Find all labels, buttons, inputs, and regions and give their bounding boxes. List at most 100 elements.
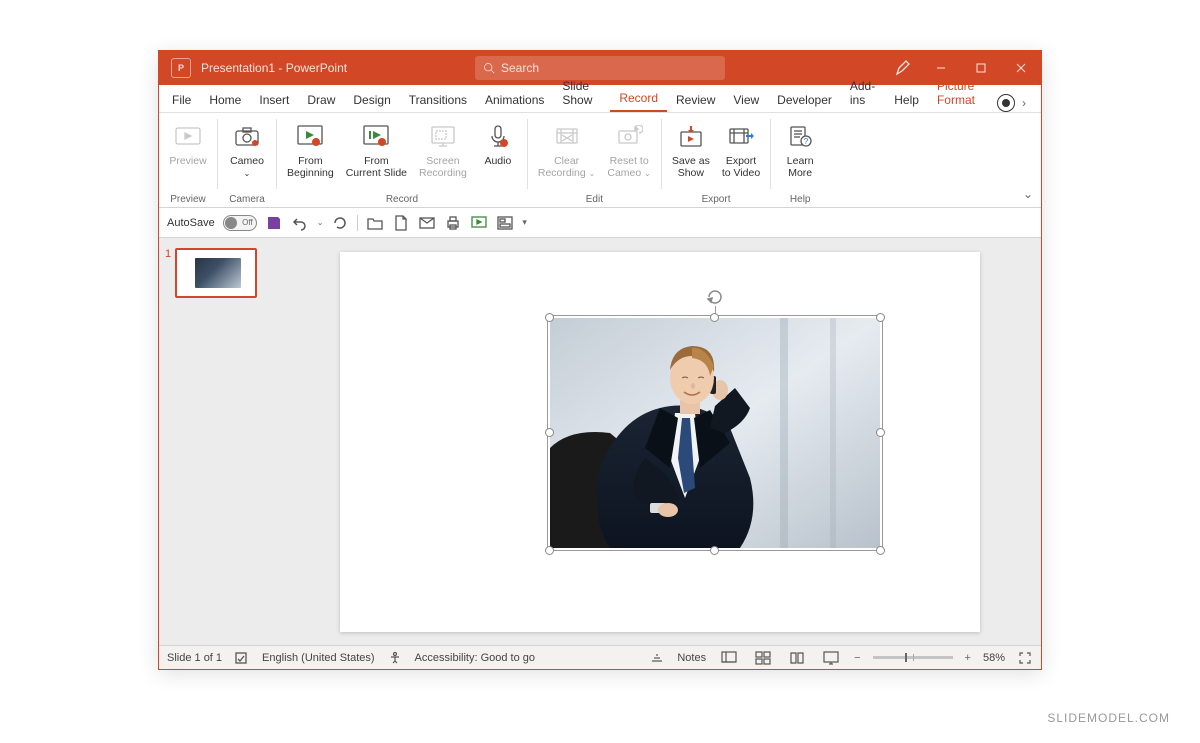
screen-recording-icon <box>427 121 459 153</box>
reading-view-button[interactable] <box>786 649 808 667</box>
draw-pen-icon[interactable] <box>885 60 921 76</box>
ribbon: Preview Preview Cameo⌄ Camera <box>159 113 1041 208</box>
tab-review[interactable]: Review <box>667 89 724 112</box>
quick-access-toolbar: AutoSave Off ⌄ ▾ <box>159 208 1041 238</box>
workspace: 1 <box>159 238 1041 645</box>
open-icon[interactable] <box>366 214 384 232</box>
resize-handle-sw[interactable] <box>545 546 554 555</box>
accessibility-icon <box>387 650 403 666</box>
tab-transitions[interactable]: Transitions <box>400 89 476 112</box>
window-title: Presentation1 - PowerPoint <box>201 61 347 75</box>
tab-developer[interactable]: Developer <box>768 89 841 112</box>
from-current-slide-label: From Current Slide <box>346 155 407 179</box>
slide-editor[interactable] <box>279 238 1041 645</box>
ribbon-collapse-icon[interactable]: ⌄ <box>1023 187 1033 201</box>
tab-add-ins[interactable]: Add-ins <box>841 75 885 112</box>
export-to-video-icon <box>725 121 757 153</box>
tab-record[interactable]: Record <box>610 87 667 112</box>
group-label-help: Help <box>777 192 823 207</box>
screen-recording-button[interactable]: Screen Recording <box>415 119 471 181</box>
tab-slide-show[interactable]: Slide Show <box>553 75 610 112</box>
tab-animations[interactable]: Animations <box>476 89 553 112</box>
group-label-record: Record <box>283 192 521 207</box>
group-label-camera: Camera <box>224 192 270 207</box>
watermark: SLIDEMODEL.COM <box>1047 711 1170 725</box>
ribbon-group-edit: Clear Recording ⌄ Reset to Cameo ⌄ Edit <box>528 113 661 207</box>
cameo-label: Cameo⌄ <box>230 155 264 179</box>
screen-recording-label: Screen Recording <box>419 155 467 179</box>
app-window: P Presentation1 - PowerPoint Search File… <box>158 50 1042 670</box>
group-label-edit: Edit <box>534 192 655 207</box>
redo-icon[interactable] <box>331 214 349 232</box>
clear-recording-button[interactable]: Clear Recording ⌄ <box>534 119 600 181</box>
ribbon-tabs: File Home Insert Draw Design Transitions… <box>159 85 1041 113</box>
ribbon-overflow-icon[interactable]: › <box>1017 96 1031 110</box>
slide-counter[interactable]: Slide 1 of 1 <box>167 652 222 664</box>
spell-check-icon[interactable] <box>234 650 250 666</box>
from-beginning-button[interactable]: From Beginning <box>283 119 338 181</box>
tab-home[interactable]: Home <box>200 89 250 112</box>
slide-thumbnail-1[interactable] <box>175 248 257 298</box>
close-button[interactable] <box>1001 51 1041 85</box>
resize-handle-w[interactable] <box>545 428 554 437</box>
email-icon[interactable] <box>418 214 436 232</box>
from-current-slide-button[interactable]: From Current Slide <box>342 119 411 181</box>
learn-more-button[interactable]: ? Learn More <box>777 119 823 181</box>
tab-insert[interactable]: Insert <box>250 89 298 112</box>
save-icon[interactable] <box>265 214 283 232</box>
qat-customize-icon[interactable]: ▾ <box>522 217 527 228</box>
tab-view[interactable]: View <box>724 89 768 112</box>
tab-help[interactable]: Help <box>885 89 928 112</box>
tab-file[interactable]: File <box>163 89 200 112</box>
accessibility-status[interactable]: Accessibility: Good to go <box>415 652 535 664</box>
selected-picture[interactable] <box>550 318 880 558</box>
preview-button[interactable]: Preview <box>165 119 211 169</box>
learn-more-label: Learn More <box>787 155 814 179</box>
new-icon[interactable] <box>392 214 410 232</box>
layout-icon[interactable] <box>496 214 514 232</box>
save-as-show-button[interactable]: Save as Show <box>668 119 714 181</box>
tab-draw[interactable]: Draw <box>298 89 344 112</box>
reset-to-cameo-button[interactable]: Reset to Cameo ⌄ <box>603 119 654 181</box>
thumbnail-number: 1 <box>165 248 171 298</box>
learn-more-icon: ? <box>784 121 816 153</box>
rotate-handle[interactable] <box>706 288 724 306</box>
resize-handle-e[interactable] <box>876 428 885 437</box>
resize-handle-n[interactable] <box>710 313 719 322</box>
record-indicator-icon[interactable] <box>997 94 1015 112</box>
resize-handle-nw[interactable] <box>545 313 554 322</box>
clear-recording-label: Clear Recording ⌄ <box>538 155 596 179</box>
resize-handle-se[interactable] <box>876 546 885 555</box>
zoom-slider[interactable] <box>873 656 953 659</box>
resize-handle-ne[interactable] <box>876 313 885 322</box>
normal-view-button[interactable] <box>718 649 740 667</box>
autosave-toggle[interactable]: Off <box>223 215 257 231</box>
slideshow-view-button[interactable] <box>820 649 842 667</box>
from-beginning-icon <box>294 121 326 153</box>
notes-button[interactable]: Notes <box>677 652 706 664</box>
zoom-out-button[interactable]: − <box>854 652 860 664</box>
resize-handle-s[interactable] <box>710 546 719 555</box>
quick-print-icon[interactable] <box>444 214 462 232</box>
fit-to-window-button[interactable] <box>1017 650 1033 666</box>
clear-recording-icon <box>551 121 583 153</box>
language-status[interactable]: English (United States) <box>262 652 375 664</box>
audio-button[interactable]: Audio <box>475 119 521 169</box>
save-as-show-label: Save as Show <box>672 155 710 179</box>
cameo-button[interactable]: Cameo⌄ <box>224 119 270 181</box>
zoom-level[interactable]: 58% <box>983 652 1005 664</box>
tab-design[interactable]: Design <box>344 89 399 112</box>
ribbon-group-help: ? Learn More Help <box>771 113 829 207</box>
svg-text:?: ? <box>804 137 809 146</box>
autosave-label: AutoSave <box>167 217 215 229</box>
slide-canvas[interactable] <box>340 252 980 632</box>
undo-icon[interactable] <box>291 214 309 232</box>
zoom-in-button[interactable]: + <box>965 652 971 664</box>
export-to-video-button[interactable]: Export to Video <box>718 119 764 181</box>
slide-sorter-view-button[interactable] <box>752 649 774 667</box>
slide-thumbnail-panel: 1 <box>159 238 279 645</box>
ribbon-group-preview: Preview Preview <box>159 113 217 207</box>
from-current-slide-icon <box>360 121 392 153</box>
from-beginning-qat-icon[interactable] <box>470 214 488 232</box>
tab-picture-format[interactable]: Picture Format <box>928 75 997 112</box>
